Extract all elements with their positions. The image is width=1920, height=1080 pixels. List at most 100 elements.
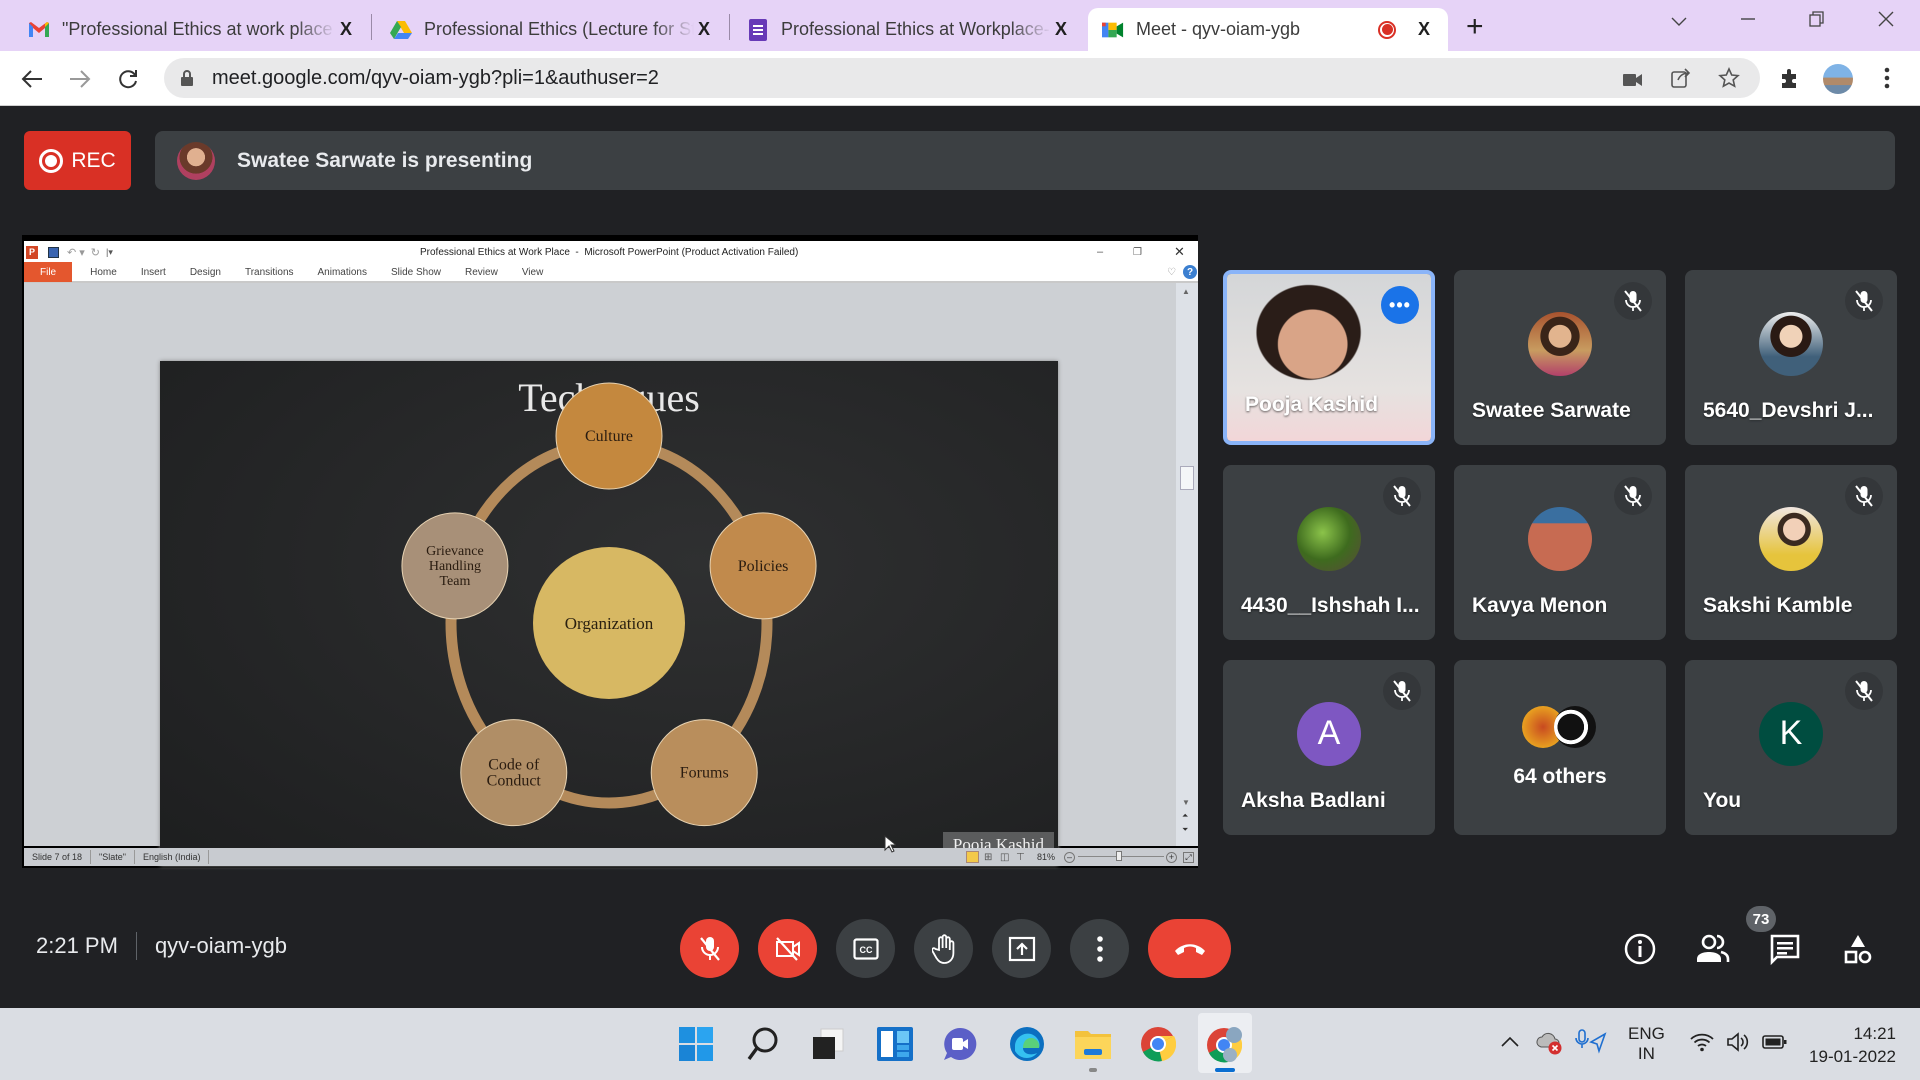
vertical-scrollbar[interactable]: ▲ ▼ ⏶ ⏷ (1176, 283, 1198, 846)
participant-tile[interactable]: 4430__Ishshah I... (1223, 465, 1435, 640)
fit-to-window-icon[interactable]: ⤢ (1183, 851, 1194, 863)
address-bar[interactable]: meet.google.com/qyv-oiam-ygb?pli=1&authu… (164, 58, 1760, 98)
browser-menu-icon[interactable] (1876, 67, 1898, 89)
ribbon-tab-slide-show[interactable]: Slide Show (379, 262, 453, 282)
ribbon-tab-transitions[interactable]: Transitions (233, 262, 306, 282)
microphone-toggle-button[interactable] (680, 919, 739, 978)
tab-gmail[interactable]: "Professional Ethics at work place X (14, 8, 370, 51)
system-clock[interactable]: 14:21 19-01-2022 (1806, 1022, 1896, 1068)
file-explorer-icon[interactable] (1073, 1024, 1113, 1064)
participant-tile[interactable]: Swatee Sarwate (1454, 270, 1666, 445)
tab-google-drive[interactable]: Professional Ethics (Lecture for St X (376, 8, 728, 51)
slide-show-icon[interactable]: ⊤ (1016, 852, 1025, 863)
chat-icon (1770, 934, 1800, 965)
input-language-indicator[interactable]: ENG IN (1628, 1024, 1665, 1064)
scroll-down-arrow-icon[interactable]: ▼ (1182, 798, 1190, 807)
wifi-icon[interactable] (1690, 1032, 1714, 1057)
ribbon-tab-view[interactable]: View (510, 262, 556, 282)
present-screen-button[interactable] (992, 919, 1051, 978)
pp-restore-button[interactable]: ❐ (1133, 247, 1142, 258)
participant-tile[interactable]: 5640_Devshri J... (1685, 270, 1897, 445)
captions-button[interactable]: CC (836, 919, 895, 978)
minimize-window-button[interactable] (1728, 10, 1768, 33)
extensions-icon[interactable] (1779, 67, 1801, 89)
participant-options-button[interactable]: ••• (1381, 286, 1419, 324)
activities-button[interactable] (1838, 929, 1878, 969)
redo-icon[interactable]: ↻ (91, 246, 100, 259)
teams-chat-icon[interactable] (940, 1024, 980, 1064)
ribbon-expand-icon[interactable]: ♡ (1167, 267, 1176, 278)
next-slide-icon[interactable]: ⏷ (1182, 825, 1188, 835)
scroll-thumb[interactable] (1180, 466, 1194, 490)
shared-screen[interactable]: P ↶ ▾ ↻ |▾ Professional Ethics at Work P… (22, 235, 1198, 868)
search-icon[interactable] (743, 1024, 783, 1064)
participant-tile[interactable]: K You (1685, 660, 1897, 835)
tab-google-forms[interactable]: Professional Ethics at Workplace- X (733, 8, 1085, 51)
tab-google-meet[interactable]: Meet - qyv-oiam-ygb X (1088, 8, 1448, 51)
close-tab-button[interactable]: X (1051, 19, 1071, 40)
meeting-code: qyv-oiam-ygb (154, 933, 287, 958)
forward-button[interactable] (64, 63, 96, 95)
undo-icon[interactable]: ↶ ▾ (67, 246, 85, 259)
normal-view-icon[interactable] (966, 851, 979, 863)
zoom-slider-thumb[interactable] (1116, 851, 1122, 861)
restore-window-button[interactable] (1797, 10, 1837, 33)
help-icon[interactable]: ? (1183, 265, 1197, 279)
save-icon[interactable] (48, 246, 59, 258)
participant-tile[interactable]: ••• Pooja Kashid (1223, 270, 1435, 445)
participant-tile[interactable]: A Aksha Badlani (1223, 660, 1435, 835)
zoom-out-button[interactable]: – (1064, 851, 1075, 863)
edge-browser-icon[interactable] (1007, 1024, 1047, 1064)
windows-start-icon[interactable] (676, 1024, 716, 1064)
camera-toggle-button[interactable] (758, 919, 817, 978)
widgets-icon[interactable] (875, 1024, 915, 1064)
chrome-icon[interactable] (1138, 1024, 1178, 1064)
close-tab-button[interactable]: X (1414, 19, 1434, 40)
close-tab-button[interactable]: X (336, 19, 356, 40)
pp-close-button[interactable]: ✕ (1174, 244, 1185, 260)
bookmark-star-icon[interactable] (1718, 67, 1740, 89)
close-tab-button[interactable]: X (694, 19, 714, 40)
profile-avatar[interactable] (1823, 64, 1853, 94)
pp-minimize-button[interactable]: – (1097, 246, 1103, 258)
customize-toolbar-icon[interactable]: |▾ (106, 247, 113, 258)
zoom-in-button[interactable]: + (1166, 851, 1177, 863)
volume-icon[interactable] (1726, 1032, 1752, 1057)
reading-view-icon[interactable]: ◫ (1000, 852, 1009, 863)
participant-tile[interactable]: 64 others (1454, 660, 1666, 835)
participant-tile[interactable]: Sakshi Kamble (1685, 465, 1897, 640)
participant-tile[interactable]: Kavya Menon (1454, 465, 1666, 640)
ribbon-tab-animations[interactable]: Animations (306, 262, 379, 282)
back-button[interactable] (16, 63, 48, 95)
camera-in-use-icon[interactable] (1622, 69, 1644, 91)
more-options-button[interactable] (1070, 919, 1129, 978)
chat-button[interactable] (1765, 929, 1805, 969)
scroll-up-arrow-icon[interactable]: ▲ (1182, 287, 1190, 296)
leave-call-button[interactable] (1148, 919, 1231, 978)
close-window-button[interactable] (1866, 10, 1906, 33)
lang-line1: ENG (1628, 1024, 1665, 1043)
ribbon-tab-design[interactable]: Design (178, 262, 233, 282)
new-tab-button[interactable]: + (1466, 10, 1484, 44)
raise-hand-button[interactable] (914, 919, 973, 978)
ribbon-tab-file[interactable]: File (24, 262, 73, 282)
ribbon-tab-insert[interactable]: Insert (129, 262, 178, 282)
task-view-icon[interactable] (808, 1024, 848, 1064)
microphone-location-in-use-icon[interactable] (1573, 1028, 1607, 1061)
reload-button[interactable] (112, 63, 144, 95)
recording-badge[interactable]: REC (24, 131, 131, 190)
tab-search-chevron-icon[interactable] (1659, 10, 1699, 33)
previous-slide-icon[interactable]: ⏶ (1182, 811, 1188, 821)
share-icon[interactable] (1670, 67, 1692, 89)
participant-name: 5640_Devshri J... (1703, 399, 1874, 422)
people-button[interactable] (1693, 929, 1733, 969)
presenting-text: Swatee Sarwate is presenting (237, 148, 533, 172)
slide-sorter-icon[interactable]: ⊞ (984, 852, 992, 863)
ribbon-tab-review[interactable]: Review (453, 262, 510, 282)
onedrive-error-icon[interactable] (1535, 1030, 1563, 1061)
ribbon-tab-home[interactable]: Home (78, 262, 129, 282)
chrome-active-window-button[interactable] (1198, 1013, 1252, 1073)
battery-icon[interactable] (1762, 1034, 1788, 1055)
show-hidden-icons-chevron[interactable] (1500, 1032, 1520, 1052)
meeting-info-button[interactable] (1620, 929, 1660, 969)
